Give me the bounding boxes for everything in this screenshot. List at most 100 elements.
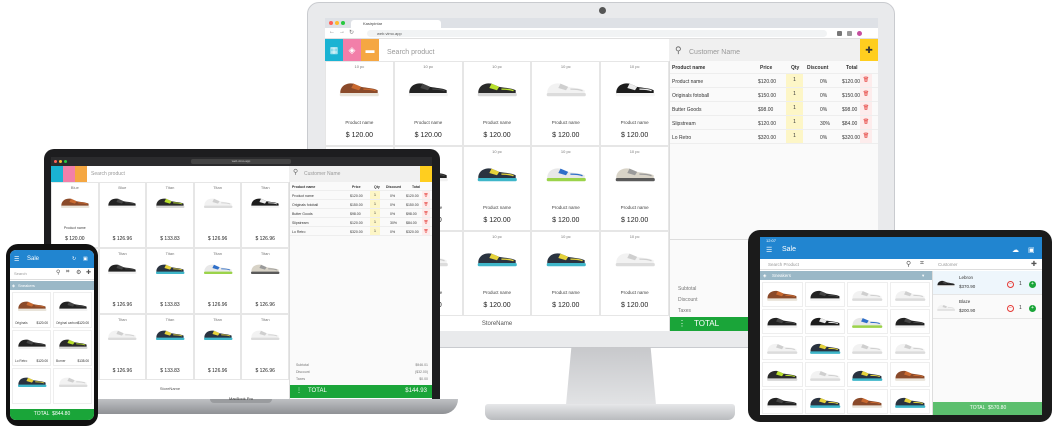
- cart-item-qty[interactable]: 1: [370, 191, 380, 199]
- product-card[interactable]: 10 pc Product name $ 120.00: [325, 61, 394, 146]
- discount-tag-icon[interactable]: ◈: [343, 39, 361, 61]
- folder-icon[interactable]: ▬: [361, 39, 379, 61]
- extension-icon[interactable]: [837, 31, 842, 36]
- add-customer-icon[interactable]: ✚: [860, 39, 878, 61]
- product-card[interactable]: [804, 308, 845, 334]
- product-card[interactable]: [762, 335, 803, 361]
- more-options-icon[interactable]: ⋮: [296, 388, 302, 394]
- cart-row[interactable]: Originals fotoball $150.00 1 0% $150.00 …: [670, 88, 878, 102]
- total-button[interactable]: ⋮ TOTAL: [670, 317, 752, 331]
- delete-icon[interactable]: 🗑: [860, 88, 872, 101]
- customer-search-input[interactable]: ⚲ Customer Name: [669, 39, 860, 61]
- forward-icon[interactable]: →: [339, 29, 345, 35]
- delete-icon[interactable]: 🗑: [422, 209, 430, 217]
- close-window-icon[interactable]: [329, 21, 333, 25]
- cashier-icon[interactable]: ▦: [325, 39, 343, 61]
- menu-icon[interactable]: ☰: [766, 246, 772, 254]
- cart-item-qty[interactable]: 1: [1019, 281, 1022, 287]
- product-card[interactable]: [804, 282, 845, 307]
- increase-qty-icon[interactable]: +: [1029, 305, 1036, 312]
- search-icon[interactable]: ⚲: [906, 260, 911, 268]
- product-card[interactable]: [889, 308, 930, 334]
- product-card[interactable]: Titan $ 126.96: [98, 314, 147, 380]
- cart-row[interactable]: Product name $120.00 1 0% $120.00 🗑: [670, 74, 878, 88]
- delete-icon[interactable]: 🗑: [422, 191, 430, 199]
- product-card[interactable]: [889, 335, 930, 361]
- cart-item[interactable]: Blaze $200.90 − 1 +: [933, 295, 1042, 319]
- cart-item-discount[interactable]: 0%: [820, 79, 827, 85]
- cart-item-qty[interactable]: 1: [370, 200, 380, 208]
- bookmark-icon[interactable]: [847, 31, 852, 36]
- product-card[interactable]: 10 pc Product name $ 120.00: [531, 146, 601, 231]
- laptop-customer-search[interactable]: ⚲ Customer Name: [289, 166, 420, 182]
- decrease-qty-icon[interactable]: −: [1007, 305, 1014, 312]
- reload-icon[interactable]: ↻: [349, 29, 354, 36]
- cart-item-discount[interactable]: 0%: [820, 93, 827, 99]
- product-card[interactable]: 10 pc Product name $ 120.00: [600, 61, 669, 146]
- tablet-product-search[interactable]: Search Product: [768, 262, 799, 267]
- minimize-window-icon[interactable]: [59, 160, 62, 163]
- tablet-total-button[interactable]: TOTAL $570.80: [933, 402, 1042, 415]
- laptop-product-search-placeholder[interactable]: Search product: [91, 171, 125, 177]
- delete-icon[interactable]: 🗑: [860, 102, 872, 115]
- cart-row[interactable]: Butter Goods $98.00 1 0% $98.00 🗑: [670, 102, 878, 116]
- minimize-window-icon[interactable]: [335, 21, 339, 25]
- cart-item-discount[interactable]: 0%: [820, 135, 827, 141]
- product-card[interactable]: [847, 308, 888, 334]
- cart-row[interactable]: Lo Retro $320.00 1 0% $320.00 🗑: [290, 227, 432, 236]
- product-card[interactable]: Original carbon $120.00: [53, 292, 92, 328]
- cart-item-discount[interactable]: 0%: [390, 212, 395, 216]
- cart-item-qty[interactable]: 1: [1019, 305, 1022, 311]
- cart-item-qty[interactable]: 1: [370, 209, 380, 217]
- browser-tab[interactable]: Kasirpintar: [351, 20, 441, 28]
- cart-item-qty[interactable]: 1: [786, 102, 803, 115]
- lock-icon[interactable]: ▣: [1028, 246, 1035, 254]
- more-options-icon[interactable]: ⋮: [678, 319, 686, 328]
- product-card[interactable]: [847, 362, 888, 388]
- product-card[interactable]: Titan $ 126.96: [98, 248, 147, 314]
- product-card[interactable]: Titan $ 126.96: [193, 182, 242, 248]
- cart-item-discount[interactable]: 30%: [820, 121, 830, 127]
- cart-item-qty[interactable]: 1: [786, 74, 803, 87]
- cart-item-qty[interactable]: 1: [786, 88, 803, 101]
- cart-item-discount[interactable]: 30%: [390, 221, 397, 225]
- product-card[interactable]: [804, 389, 845, 414]
- product-card[interactable]: Titan $ 133.83: [146, 314, 194, 380]
- product-card[interactable]: 10 pc Product name $ 120.00: [462, 146, 532, 231]
- product-card[interactable]: Blue $ 126.96: [98, 182, 147, 248]
- search-icon[interactable]: ⚲: [56, 269, 60, 276]
- cart-item-qty[interactable]: 1: [370, 227, 380, 235]
- product-card[interactable]: [847, 389, 888, 414]
- product-card[interactable]: Burner $135.00: [53, 330, 92, 366]
- product-card[interactable]: Originals $120.00: [12, 292, 51, 328]
- cart-item[interactable]: Lebron $370.90 − 1 +: [933, 271, 1042, 295]
- cart-item-discount[interactable]: 0%: [390, 194, 395, 198]
- folder-icon[interactable]: [75, 166, 87, 182]
- product-card[interactable]: Titan $ 126.96: [241, 248, 289, 314]
- menu-icon[interactable]: ☰: [14, 256, 19, 263]
- close-window-icon[interactable]: [54, 160, 57, 163]
- product-card[interactable]: Lo Retro $120.00: [12, 330, 51, 366]
- tablet-customer-search[interactable]: Customer: [938, 262, 958, 267]
- product-card[interactable]: 10 pc Product name $ 120.00: [462, 61, 532, 146]
- product-card[interactable]: [889, 282, 930, 307]
- product-search-input[interactable]: Search product: [381, 39, 669, 61]
- product-card[interactable]: [762, 362, 803, 388]
- product-card[interactable]: Titan $ 126.96: [193, 314, 242, 380]
- product-card[interactable]: 10 pc Product name $ 120.00: [462, 231, 532, 316]
- product-card[interactable]: [847, 335, 888, 361]
- delete-icon[interactable]: 🗑: [860, 130, 872, 143]
- product-card[interactable]: [762, 282, 803, 307]
- add-customer-icon[interactable]: ✚: [1031, 260, 1037, 268]
- delete-icon[interactable]: 🗑: [860, 74, 872, 87]
- cart-row[interactable]: Slipstream $120.00 1 30% $84.00 🗑: [670, 116, 878, 130]
- cart-row[interactable]: Butter Goods $98.00 1 0% $98.00 🗑: [290, 209, 432, 218]
- scan-icon[interactable]: ⌗: [66, 269, 69, 276]
- product-card[interactable]: [889, 389, 930, 414]
- cart-item-discount[interactable]: 0%: [390, 230, 395, 234]
- product-card[interactable]: 10 pc Product name $ 120.00: [531, 231, 601, 316]
- product-card[interactable]: [762, 389, 803, 414]
- cloud-icon[interactable]: ☁: [1012, 246, 1019, 254]
- product-card[interactable]: Titan $ 126.96: [241, 182, 289, 248]
- laptop-url-field[interactable]: web.vimo.app: [191, 159, 291, 164]
